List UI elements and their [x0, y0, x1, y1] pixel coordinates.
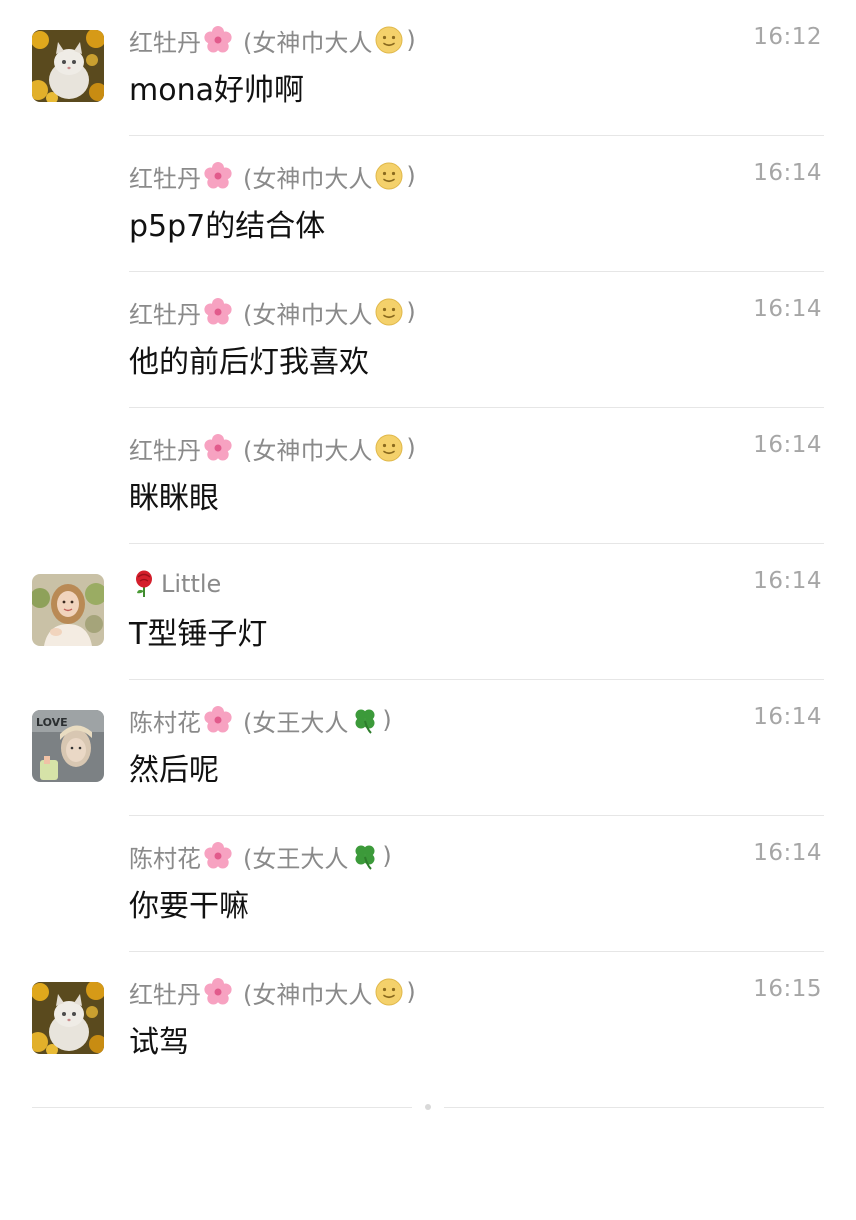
rose-icon	[129, 569, 159, 599]
chat-message[interactable]: 红牡丹 (女神巾大人 ) 16:14 p5p7的结合体	[0, 136, 856, 272]
blossom-icon	[203, 297, 233, 327]
sender-title-close: )	[382, 842, 392, 870]
sender-line: 红牡丹 (女神巾大人 )	[129, 22, 416, 58]
sender-name: 红牡丹	[129, 980, 201, 1009]
sender-line: 红牡丹 (女神巾大人 )	[129, 974, 416, 1010]
chat-message[interactable]: Little 16:14 T型锤子灯	[0, 544, 856, 680]
sender-name: 陈村花	[129, 844, 201, 873]
smile-face-icon	[374, 161, 404, 191]
chat-message[interactable]: 红牡丹 (女神巾大人 ) 16:15 试驾	[0, 952, 856, 1088]
poster-avatar[interactable]: LOVE	[32, 710, 104, 782]
chat-message[interactable]: 陈村花 (女王大人 ) 16:14 你要干嘛	[0, 816, 856, 952]
blossom-icon	[203, 841, 233, 871]
sender-line: 红牡丹 (女神巾大人 )	[129, 294, 416, 330]
message-time: 16:14	[753, 160, 822, 186]
sender-title: (女神巾大人	[243, 28, 373, 57]
message-text[interactable]: 他的前后灯我喜欢	[129, 337, 369, 381]
message-time: 16:14	[753, 432, 822, 458]
girl-avatar[interactable]	[32, 574, 104, 646]
sender-name: 红牡丹	[129, 436, 201, 465]
sender-title-close: )	[406, 298, 416, 326]
smile-face-icon	[374, 25, 404, 55]
cat-avatar[interactable]	[32, 30, 104, 102]
sender-line: 红牡丹 (女神巾大人 )	[129, 430, 416, 466]
sender-title: (女王大人	[243, 708, 349, 737]
sender-title-close: )	[406, 162, 416, 190]
sender-name: Little	[161, 570, 222, 598]
sender-title-close: )	[406, 434, 416, 462]
message-text[interactable]: 眯眯眼	[129, 473, 219, 517]
svg-text:LOVE: LOVE	[36, 716, 68, 729]
sender-line: 红牡丹 (女神巾大人 )	[129, 158, 416, 194]
message-time: 16:12	[753, 24, 822, 50]
message-time: 16:14	[753, 568, 822, 594]
blossom-icon	[203, 161, 233, 191]
sender-name: 红牡丹	[129, 300, 201, 329]
message-text[interactable]: 然后呢	[129, 745, 219, 789]
sender-title: (女王大人	[243, 844, 349, 873]
chat-message[interactable]: 红牡丹 (女神巾大人 ) 16:14 眯眯眼	[0, 408, 856, 544]
message-time: 16:14	[753, 296, 822, 322]
message-time: 16:14	[753, 704, 822, 730]
message-time: 16:14	[753, 840, 822, 866]
sender-name: 红牡丹	[129, 164, 201, 193]
blossom-icon	[203, 433, 233, 463]
sender-title: (女神巾大人	[243, 164, 373, 193]
message-time: 16:15	[753, 976, 822, 1002]
blossom-icon	[203, 705, 233, 735]
blossom-icon	[203, 977, 233, 1007]
message-text[interactable]: p5p7的结合体	[129, 201, 325, 245]
blossom-icon	[203, 25, 233, 55]
sender-title-close: )	[406, 26, 416, 54]
sender-title: (女神巾大人	[243, 300, 373, 329]
list-end-divider	[444, 1107, 824, 1108]
sender-title: (女神巾大人	[243, 436, 373, 465]
message-text[interactable]: mona好帅啊	[129, 65, 304, 109]
smile-face-icon	[374, 297, 404, 327]
message-text[interactable]: T型锤子灯	[129, 609, 267, 653]
cat-avatar[interactable]	[32, 982, 104, 1054]
chat-message[interactable]: 红牡丹 (女神巾大人 ) 16:14 他的前后灯我喜欢	[0, 272, 856, 408]
list-end-dot	[425, 1104, 431, 1110]
smile-face-icon	[374, 977, 404, 1007]
chat-message[interactable]: 红牡丹 (女神巾大人 ) 16:12 mona好帅啊	[0, 0, 856, 136]
sender-title: (女神巾大人	[243, 980, 373, 1009]
message-text[interactable]: 你要干嘛	[129, 881, 249, 925]
sender-line: 陈村花 (女王大人 )	[129, 838, 392, 874]
sender-line: Little	[129, 566, 221, 602]
chat-message[interactable]: LOVE 陈村花 (女王大人 ) 16:14 然后呢	[0, 680, 856, 816]
sender-name: 红牡丹	[129, 28, 201, 57]
sender-line: 陈村花 (女王大人 )	[129, 702, 392, 738]
sender-title-close: )	[406, 978, 416, 1006]
sender-title-close: )	[382, 706, 392, 734]
list-end-divider	[32, 1107, 412, 1108]
clover-icon	[350, 841, 380, 871]
message-text[interactable]: 试驾	[129, 1017, 189, 1061]
clover-icon	[350, 705, 380, 735]
sender-name: 陈村花	[129, 708, 201, 737]
smile-face-icon	[374, 433, 404, 463]
